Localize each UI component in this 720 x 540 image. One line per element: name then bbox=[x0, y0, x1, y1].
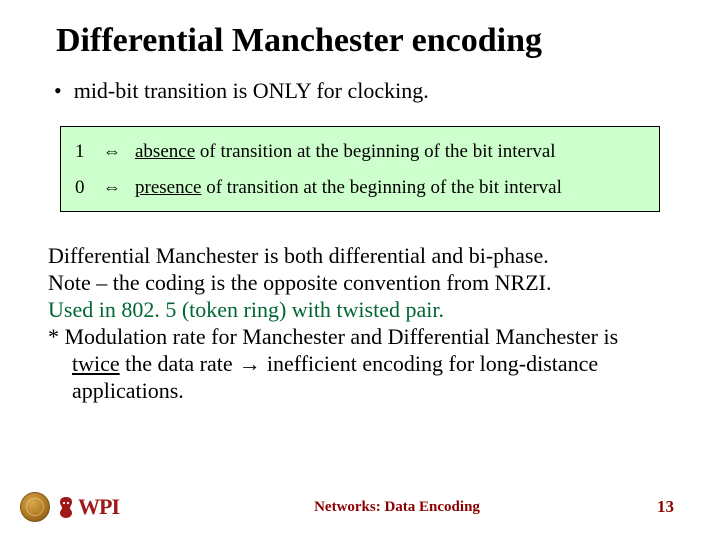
body-line-4a: * Modulation rate for Manchester and Dif… bbox=[48, 323, 672, 350]
body-line-4b: twice the data rate → inefficient encodi… bbox=[48, 350, 672, 377]
double-arrow-icon: ⇔ bbox=[103, 177, 121, 198]
body-line-4c: applications. bbox=[48, 377, 672, 404]
slide-footer: WPI Networks: Data Encoding 13 bbox=[0, 492, 720, 522]
wpi-head-icon bbox=[56, 495, 76, 519]
body-line-2: Note – the coding is the opposite conven… bbox=[48, 269, 672, 296]
right-arrow-icon: → bbox=[233, 351, 267, 376]
body-mid: the data rate bbox=[120, 351, 233, 376]
body-line-1: Differential Manchester is both differen… bbox=[48, 242, 672, 269]
rule-rest: of transition at the beginning of the bi… bbox=[195, 141, 555, 162]
rule-text: presence of transition at the beginning … bbox=[135, 177, 562, 199]
brand-logo: WPI bbox=[20, 492, 160, 522]
slide-title: Differential Manchester encoding bbox=[56, 22, 672, 60]
rule-bit: 0 bbox=[75, 177, 103, 199]
rule-row-1: 1 ⇔ absence of transition at the beginni… bbox=[75, 141, 645, 163]
double-arrow-icon: ⇔ bbox=[103, 141, 121, 162]
rule-bit: 1 bbox=[75, 141, 103, 163]
wpi-text: WPI bbox=[78, 494, 119, 520]
footer-title: Networks: Data Encoding bbox=[160, 499, 634, 516]
seal-icon bbox=[20, 492, 50, 522]
rule-keyword: absence bbox=[135, 141, 195, 162]
body-text: Differential Manchester is both differen… bbox=[48, 242, 672, 404]
rule-keyword: presence bbox=[135, 177, 201, 198]
body-post: inefficient encoding for long-distance bbox=[267, 351, 598, 376]
body-underline-twice: twice bbox=[72, 351, 120, 376]
bullet-marker: • bbox=[54, 78, 62, 104]
rule-text: absence of transition at the beginning o… bbox=[135, 141, 556, 163]
bullet-text: mid-bit transition is ONLY for clocking. bbox=[74, 78, 429, 104]
wpi-logo: WPI bbox=[56, 494, 119, 520]
page-number: 13 bbox=[634, 497, 674, 517]
body-line-3: Used in 802. 5 (token ring) with twisted… bbox=[48, 296, 672, 323]
rule-row-0: 0 ⇔ presence of transition at the beginn… bbox=[75, 177, 645, 199]
bullet-item: • mid-bit transition is ONLY for clockin… bbox=[54, 78, 672, 104]
rules-box: 1 ⇔ absence of transition at the beginni… bbox=[60, 126, 660, 212]
rule-rest: of transition at the beginning of the bi… bbox=[201, 177, 561, 198]
